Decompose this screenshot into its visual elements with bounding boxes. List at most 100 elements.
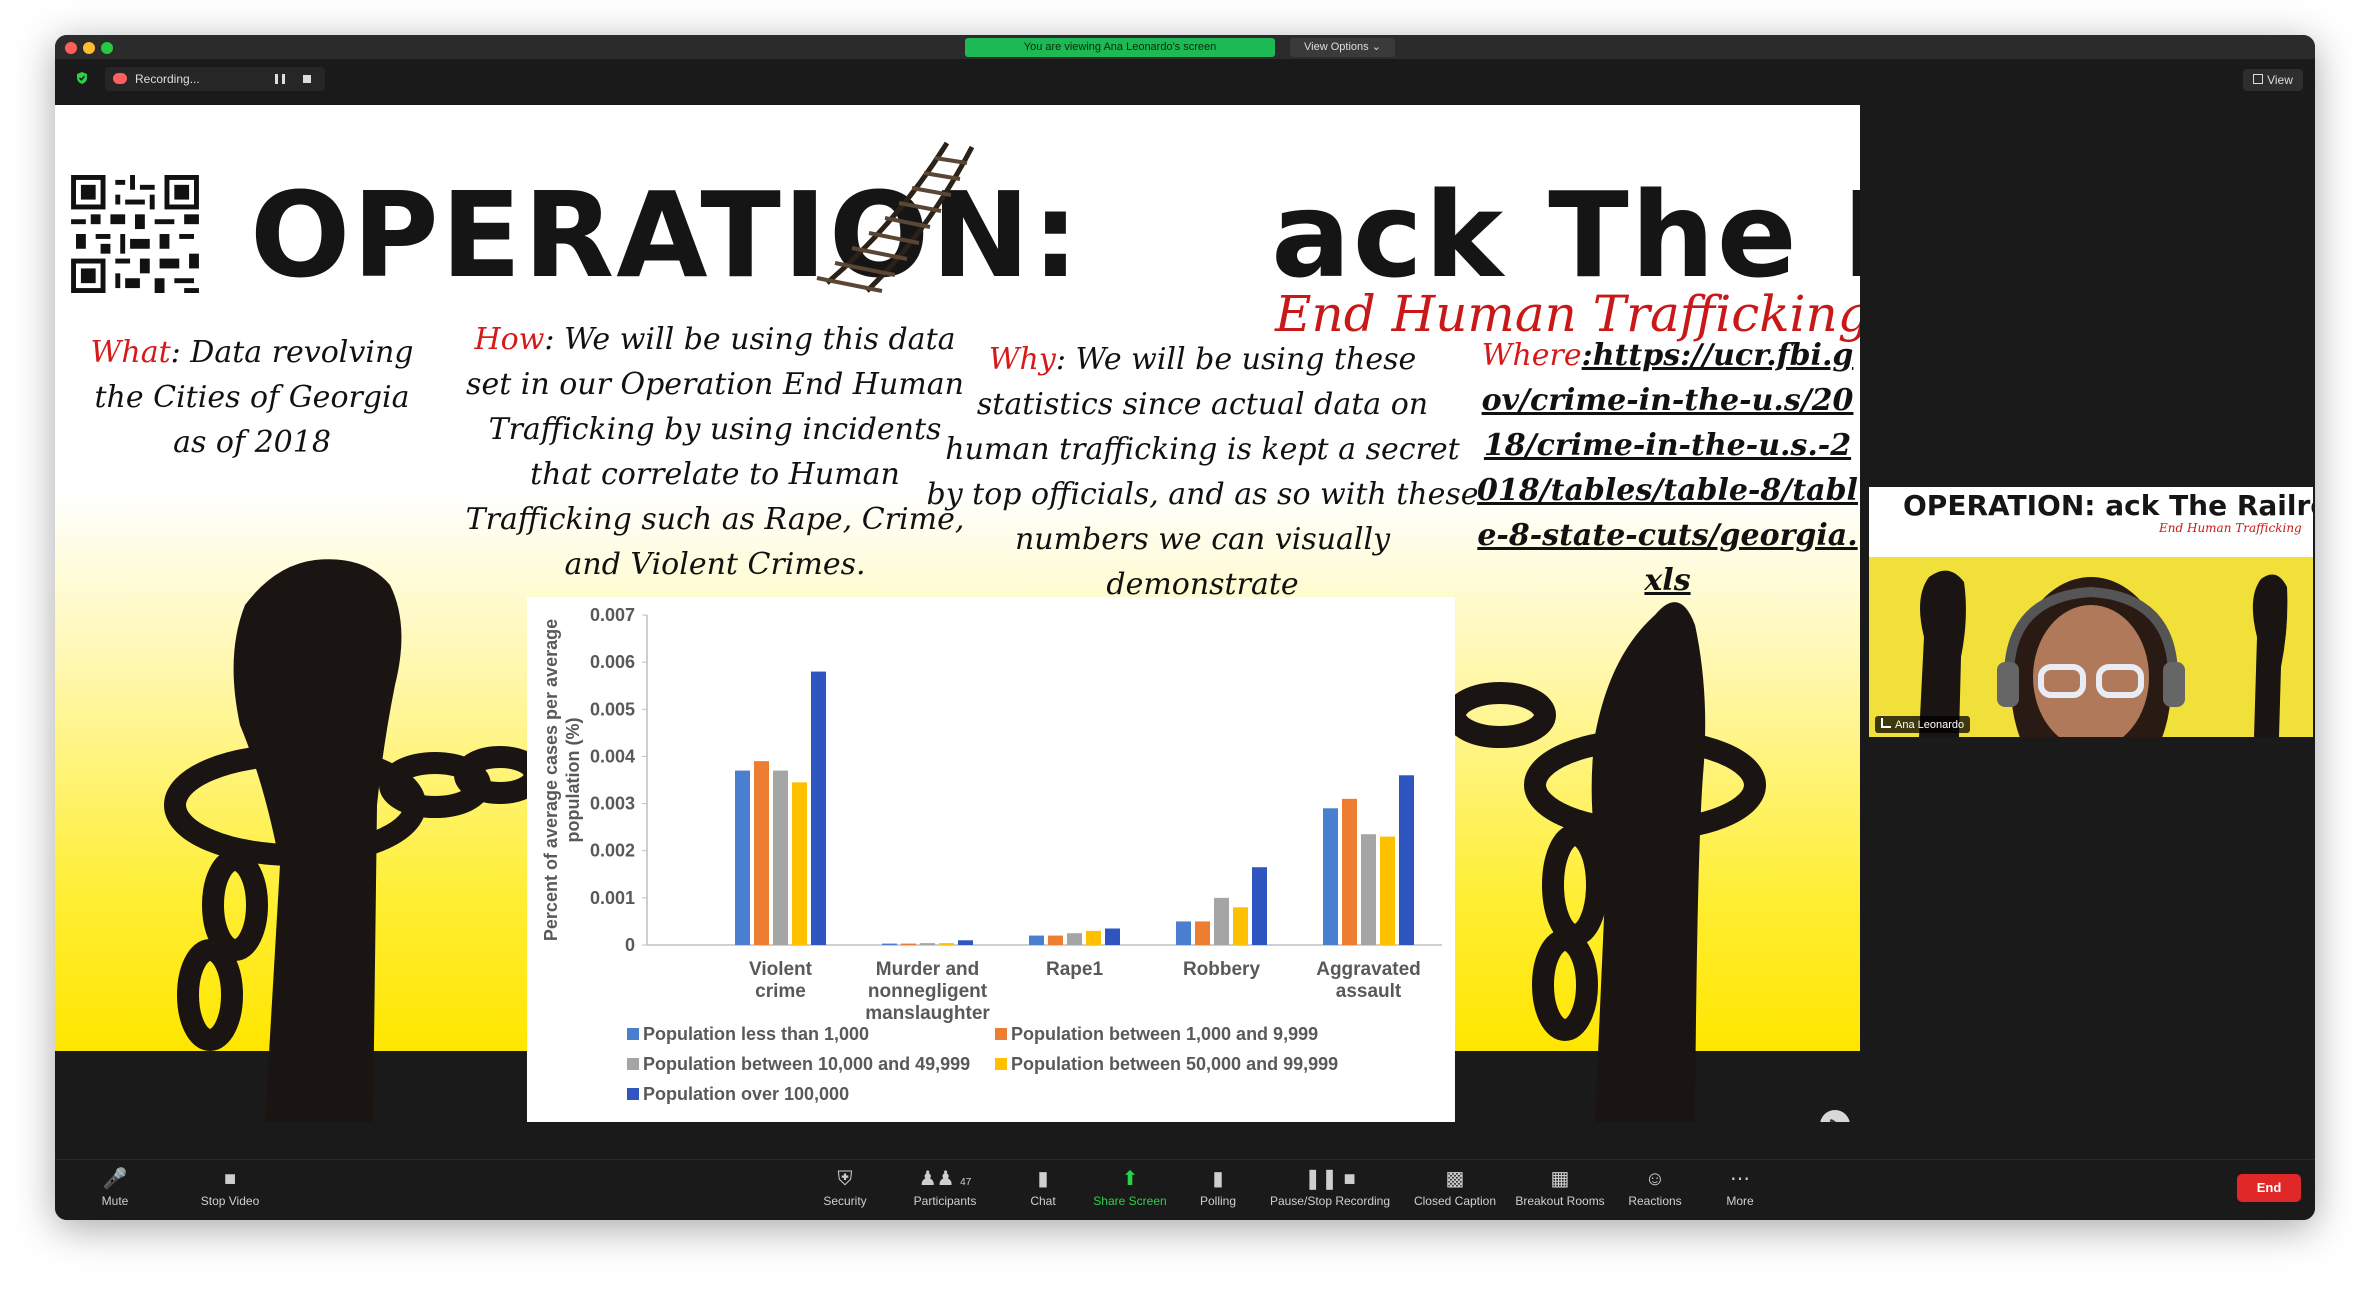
legend-swatch — [995, 1058, 1007, 1070]
slide-title-right: ack The RailroaD — [1271, 166, 1860, 304]
zoom-window-button[interactable] — [101, 42, 113, 54]
legend-swatch — [627, 1058, 639, 1070]
x-tick-label: assault — [1336, 981, 1402, 1002]
stop-video-button[interactable]: ■ Stop Video — [170, 1168, 290, 1208]
tile-slide-title: OPERATION: ack The RailroaD — [1903, 489, 2313, 522]
closed-caption-button[interactable]: ▩ Closed Caption — [1395, 1168, 1515, 1208]
x-tick-label: Murder and — [876, 959, 979, 980]
pause-stop-recording-button[interactable]: ❚❚ ■ Pause/Stop Recording — [1255, 1168, 1405, 1208]
where-url-link[interactable]: :https://ucr.fbi.gov/crime-in-the-u.s/20… — [1477, 338, 1858, 598]
x-tick-label: crime — [755, 981, 806, 1002]
slide-title: OPERATION:ack The RailroaD — [250, 165, 1860, 305]
legend-label: Population over 100,000 — [643, 1084, 849, 1104]
title-bar: You are viewing Ana Leonardo's screen Vi… — [55, 35, 2315, 59]
bar — [939, 943, 954, 945]
bar — [1361, 834, 1376, 945]
breakout-rooms-label: Breakout Rooms — [1515, 1194, 1605, 1208]
recording-label: Recording... — [135, 72, 200, 86]
participants-count: 47 — [960, 1177, 972, 1188]
railroad-track-icon — [816, 141, 975, 293]
more-label: More — [1726, 1194, 1754, 1208]
y-axis-label: population (%) — [563, 718, 583, 843]
why-label: Why — [988, 342, 1056, 377]
bar — [1086, 930, 1101, 945]
bar — [1105, 928, 1120, 945]
recording-bar: Recording... View — [55, 59, 2315, 99]
bar — [1214, 897, 1229, 945]
cloud-record-icon — [113, 73, 127, 84]
y-tick-label: 0 — [625, 935, 635, 955]
qr-code — [71, 175, 199, 293]
bar — [754, 761, 769, 945]
participant-video-tile[interactable]: OPERATION: ack The RailroaD End Human Tr… — [1869, 487, 2313, 737]
microphone-icon: 🎤 — [102, 1168, 128, 1190]
y-axis-label: Percent of average cases per average — [541, 619, 561, 941]
legend-swatch — [995, 1028, 1007, 1040]
legend-label: Population between 50,000 and 99,999 — [1011, 1054, 1338, 1074]
bar — [792, 782, 807, 945]
bar — [1067, 933, 1082, 945]
shared-slide: OPERATION:ack The RailroaD End Human Tra… — [55, 105, 1860, 1122]
bar — [773, 770, 788, 945]
bar — [1233, 907, 1248, 945]
legend-label: Population between 10,000 and 49,999 — [643, 1054, 970, 1074]
where-text-block: Where:https://ucr.fbi.gov/crime-in-the-u… — [1475, 333, 1860, 603]
meeting-toolbar: 🎤 Mute ■ Stop Video ⛨ Security ♟♟ 47 Partici… — [55, 1159, 2315, 1220]
how-label: How — [474, 322, 545, 357]
bar — [1195, 921, 1210, 945]
chart-svg: 0 0.001 0.002 0.003 0.004 0.005 0.006 0.007 Perc… — [541, 605, 1442, 1104]
bar — [1048, 935, 1063, 945]
chat-label: Chat — [1030, 1194, 1056, 1208]
why-text: : We will be using these statistics sinc… — [926, 342, 1479, 602]
end-meeting-button[interactable]: End — [2237, 1174, 2301, 1202]
x-tick-label: Aggravated — [1316, 959, 1421, 980]
bar — [1176, 921, 1191, 945]
mute-label: Mute — [101, 1194, 129, 1208]
bar — [1342, 798, 1357, 945]
participant-name-label: Ana Leonardo — [1875, 716, 1971, 733]
bar — [1252, 867, 1267, 945]
zoom-window: You are viewing Ana Leonardo's screen Vi… — [55, 35, 2315, 1220]
share-screen-label: Share Screen — [1093, 1194, 1167, 1208]
how-text: : We will be using this data set in our … — [465, 322, 965, 582]
bar — [1323, 808, 1338, 945]
participant-name: Ana Leonardo — [1895, 719, 1965, 731]
how-text-block: How: We will be using this data set in o… — [455, 317, 975, 587]
y-tick-label: 0.002 — [590, 841, 635, 861]
x-tick-label: Robbery — [1183, 959, 1261, 980]
stop-icon[interactable] — [303, 75, 311, 83]
pause-stop-icon: ❚❚ ■ — [1304, 1168, 1356, 1190]
close-window-button[interactable] — [65, 42, 77, 54]
closed-caption-label: Closed Caption — [1413, 1194, 1497, 1208]
participants-label: Participants — [913, 1194, 977, 1208]
bar — [811, 671, 826, 945]
bar — [1380, 836, 1395, 945]
view-button-label: View — [2267, 73, 2293, 87]
legend-label: Population between 1,000 and 9,999 — [1011, 1024, 1318, 1044]
y-tick-label: 0.004 — [590, 746, 635, 766]
y-tick-label: 0.007 — [590, 605, 635, 625]
view-button[interactable]: View — [2243, 69, 2303, 91]
minimize-window-button[interactable] — [83, 42, 95, 54]
bar — [1399, 775, 1414, 945]
y-tick-label: 0.005 — [590, 699, 635, 719]
crime-bar-chart: 0 0.001 0.002 0.003 0.004 0.005 0.006 0.007 Perc… — [527, 597, 1455, 1122]
polling-label: Polling — [1199, 1194, 1237, 1208]
reactions-label: Reactions — [1628, 1194, 1682, 1208]
more-dots-icon: ⋯ — [1730, 1168, 1750, 1190]
security-label: Security — [823, 1194, 867, 1208]
view-icon — [2253, 74, 2264, 84]
x-tick-label: nonnegligent — [868, 981, 988, 1002]
pause-icon[interactable] — [275, 74, 285, 84]
view-options-button[interactable]: View Options ⌄ — [1290, 38, 1395, 57]
closed-caption-icon: ▩ — [1445, 1168, 1465, 1190]
bar — [882, 943, 897, 946]
where-label: Where — [1481, 338, 1582, 373]
what-text-block: What: Data revolving the Cities of Georg… — [77, 330, 427, 465]
legend-swatch — [627, 1088, 639, 1100]
more-button[interactable]: ⋯ More — [1680, 1168, 1800, 1208]
mute-button[interactable]: 🎤 Mute — [55, 1168, 175, 1208]
y-tick-label: 0.001 — [590, 888, 635, 908]
shield-icon — [77, 72, 87, 84]
stop-video-label: Stop Video — [200, 1194, 260, 1208]
